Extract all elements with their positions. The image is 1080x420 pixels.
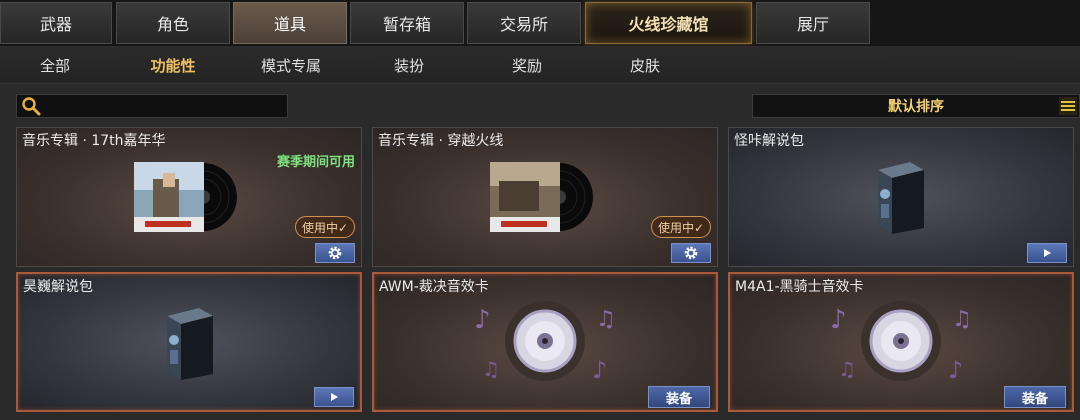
sort-dropdown[interactable]: 默认排序 — [752, 94, 1080, 118]
tab-exchange[interactable]: 交易所 — [467, 2, 581, 44]
item-card-awm-sound-card[interactable]: AWM-裁决音效卡 ♪ ♫ ♫ ♪ 装备 — [372, 272, 718, 412]
item-title: 怪咔解说包 — [734, 133, 804, 149]
svg-text:♫: ♫ — [482, 357, 500, 381]
item-card-commentary-pack[interactable]: 怪咔解说包 — [728, 127, 1074, 267]
in-use-badge: 使用中✓ — [650, 216, 711, 238]
svg-text:♫: ♫ — [596, 307, 616, 332]
item-card-music-album-crossfire[interactable]: 音乐专辑 · 穿越火线 使用中✓ — [372, 127, 718, 267]
item-title: 音乐专辑 · 穿越火线 — [378, 133, 504, 149]
search-input[interactable] — [42, 95, 287, 117]
season-availability-label: 赛季期间可用 — [276, 155, 355, 170]
item-card-m4a1-sound-card[interactable]: M4A1-黑骑士音效卡 ♪ ♫ ♫ ♪ 装备 — [728, 272, 1074, 412]
subtab-dress-up[interactable]: 装扮 — [364, 46, 454, 84]
sound-card-disc-icon: ♪ ♫ ♫ ♪ — [474, 301, 616, 384]
commentary-pack-box-icon — [167, 308, 213, 380]
main-nav: 武器 角色 道具 暂存箱 交易所 火线珍藏馆 展厅 — [0, 0, 1080, 46]
play-button[interactable] — [314, 387, 354, 407]
svg-text:♪: ♪ — [948, 356, 963, 384]
tab-characters[interactable]: 角色 — [116, 2, 230, 44]
item-card-commentary-pack-2[interactable]: 昊巍解说包 — [16, 272, 362, 412]
item-title: AWM-裁决音效卡 — [379, 279, 489, 295]
item-title: M4A1-黑骑士音效卡 — [735, 279, 864, 295]
subtab-all[interactable]: 全部 — [10, 46, 100, 84]
tab-storage[interactable]: 暂存箱 — [350, 2, 464, 44]
subtab-rewards[interactable]: 奖励 — [482, 46, 572, 84]
item-card-music-album-17th[interactable]: 音乐专辑 · 17th嘉年华 赛季期间可用 使用中✓ — [16, 127, 362, 267]
item-title: 音乐专辑 · 17th嘉年华 — [22, 133, 166, 149]
music-album-art-icon — [134, 162, 237, 232]
tab-weapons[interactable]: 武器 — [0, 2, 112, 44]
item-panel: 默认排序 音乐专辑 · 17th嘉年华 赛季期间可用 使用中✓ 音乐专辑 · 穿… — [0, 84, 1080, 420]
search-box[interactable] — [16, 94, 288, 118]
item-title: 昊巍解说包 — [23, 279, 93, 295]
sort-label: 默认排序 — [888, 99, 944, 115]
equip-button[interactable]: 装备 — [648, 386, 710, 408]
search-icon — [22, 97, 41, 116]
commentary-pack-box-icon — [878, 162, 924, 234]
tab-collection-hall[interactable]: 火线珍藏馆 — [585, 2, 752, 44]
tab-showroom[interactable]: 展厅 — [756, 2, 870, 44]
settings-button[interactable] — [315, 243, 355, 263]
svg-text:♪: ♪ — [592, 356, 607, 384]
subtab-functional[interactable]: 功能性 — [128, 46, 218, 84]
in-use-badge: 使用中✓ — [294, 216, 355, 238]
svg-text:♪: ♪ — [830, 305, 847, 335]
sub-nav: 全部 功能性 模式专属 装扮 奖励 皮肤 — [0, 46, 1080, 84]
music-album-art-icon — [490, 162, 593, 232]
svg-text:♫: ♫ — [952, 307, 972, 332]
svg-text:♪: ♪ — [474, 305, 491, 335]
gear-icon — [328, 246, 342, 260]
equip-button[interactable]: 装备 — [1004, 386, 1066, 408]
play-icon — [331, 393, 338, 401]
play-icon — [1044, 249, 1051, 257]
play-button[interactable] — [1027, 243, 1067, 263]
gear-icon — [684, 246, 698, 260]
svg-text:♫: ♫ — [838, 357, 856, 381]
settings-button[interactable] — [671, 243, 711, 263]
sound-card-disc-icon: ♪ ♫ ♫ ♪ — [830, 301, 972, 384]
subtab-mode-exclusive[interactable]: 模式专属 — [246, 46, 336, 84]
subtab-skins[interactable]: 皮肤 — [600, 46, 690, 84]
tab-items[interactable]: 道具 — [233, 2, 347, 44]
menu-icon[interactable] — [1059, 97, 1077, 115]
